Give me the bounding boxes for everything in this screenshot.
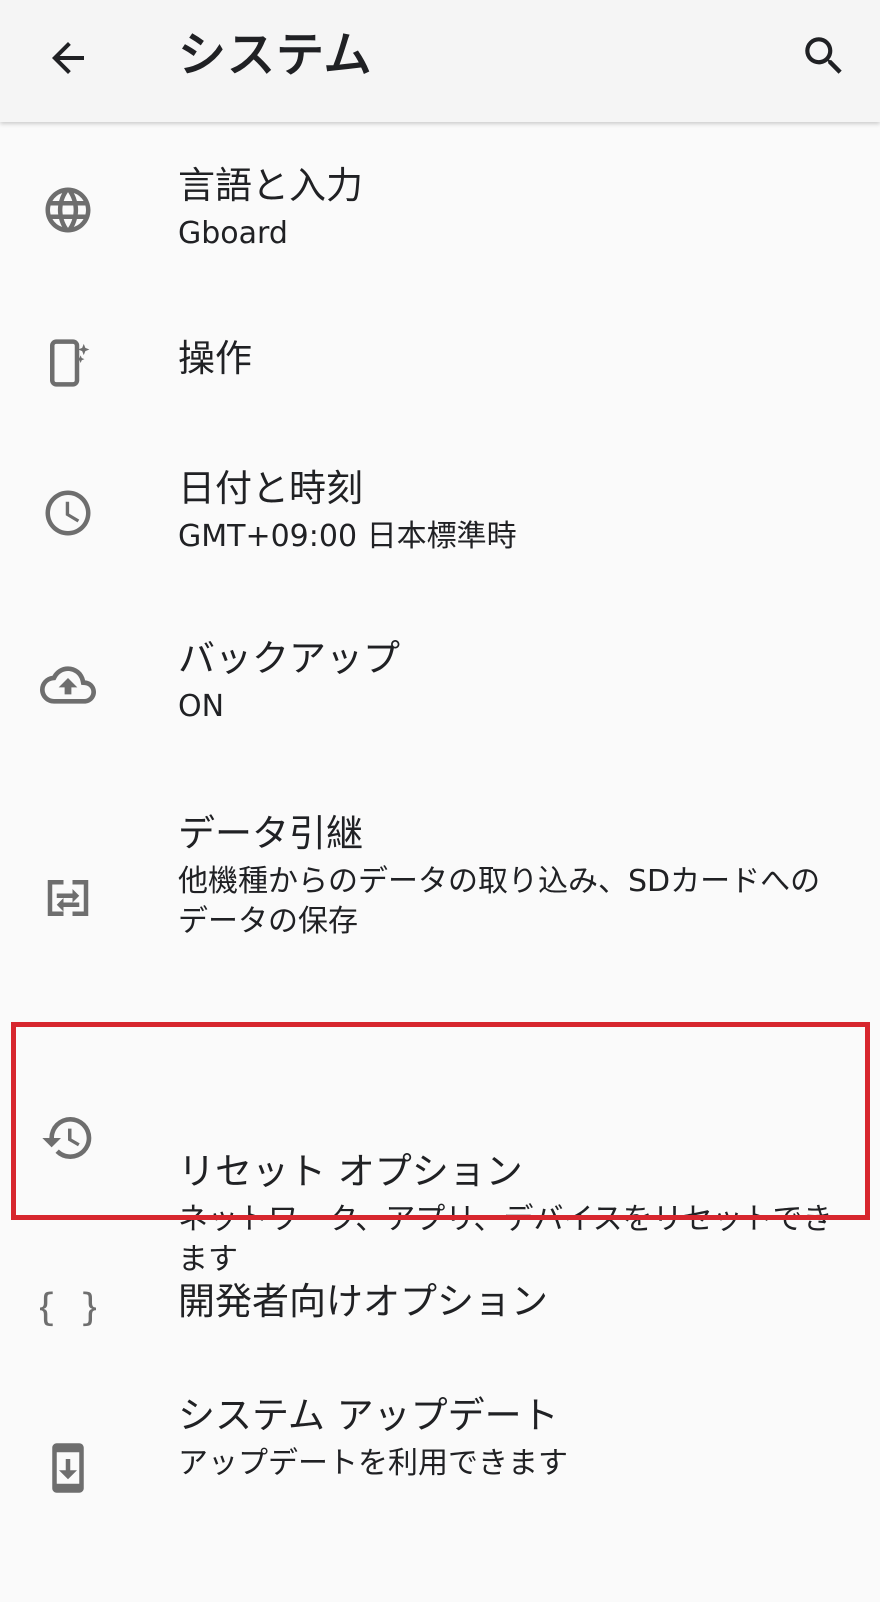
settings-item-summary: GMT+09:00 日本標準時	[178, 519, 517, 554]
app-bar: システム	[0, 0, 880, 122]
settings-item-label: 開発者向けオプション	[178, 1280, 548, 1323]
settings-item-summary: 他機種からのデータの取り込み、SDカードへのデータの保存	[178, 864, 821, 939]
cloud-upload-icon	[38, 655, 98, 715]
settings-item-data-transfer[interactable]: データ引継 他機種からのデータの取り込み、SDカードへのデータの保存	[0, 772, 880, 1020]
braces-icon: { }	[38, 1276, 98, 1336]
settings-item-backup[interactable]: バックアップ ON	[0, 597, 880, 772]
settings-item-label: 言語と入力	[178, 164, 363, 207]
clock-icon	[38, 483, 98, 543]
settings-item-label: バックアップ	[178, 637, 400, 680]
settings-page: システム 言語と入力 Gboard 操作 日付と時刻 GMT+09:00 日本標…	[0, 0, 880, 1602]
arrow-back-icon	[44, 34, 92, 82]
settings-item-language-input[interactable]: 言語と入力 Gboard	[0, 122, 880, 297]
settings-item-summary: アップデートを利用できます	[178, 1446, 568, 1481]
globe-icon	[38, 180, 98, 240]
settings-item-date-time[interactable]: 日付と時刻 GMT+09:00 日本標準時	[0, 427, 880, 597]
settings-item-gestures[interactable]: 操作	[0, 297, 880, 427]
phone-gesture-icon	[38, 333, 98, 393]
settings-item-label: システム アップデート	[178, 1394, 559, 1437]
settings-item-summary: Gboard	[178, 216, 288, 251]
search-icon	[799, 31, 849, 81]
settings-item-label: データ引継	[178, 812, 363, 855]
history-reset-icon	[38, 1108, 98, 1168]
back-button[interactable]	[34, 24, 102, 92]
page-title: システム	[178, 27, 373, 83]
system-update-icon	[38, 1438, 98, 1498]
settings-item-summary: ON	[178, 689, 225, 724]
settings-item-developer-options[interactable]: { } 開発者向けオプション	[0, 1222, 880, 1370]
search-button[interactable]	[790, 22, 858, 90]
settings-item-reset-options[interactable]: リセット オプション ネットワーク、アプリ、デバイスをリセットできます	[0, 1020, 880, 1277]
settings-item-label: 操作	[178, 337, 252, 380]
settings-item-label: 日付と時刻	[178, 467, 363, 510]
settings-item-system-update[interactable]: システム アップデート アップデートを利用できます	[0, 1370, 880, 1560]
settings-item-label: リセット オプション	[178, 1150, 523, 1193]
svg-text:{ }: { }	[40, 1285, 96, 1329]
data-transfer-icon	[38, 868, 98, 928]
